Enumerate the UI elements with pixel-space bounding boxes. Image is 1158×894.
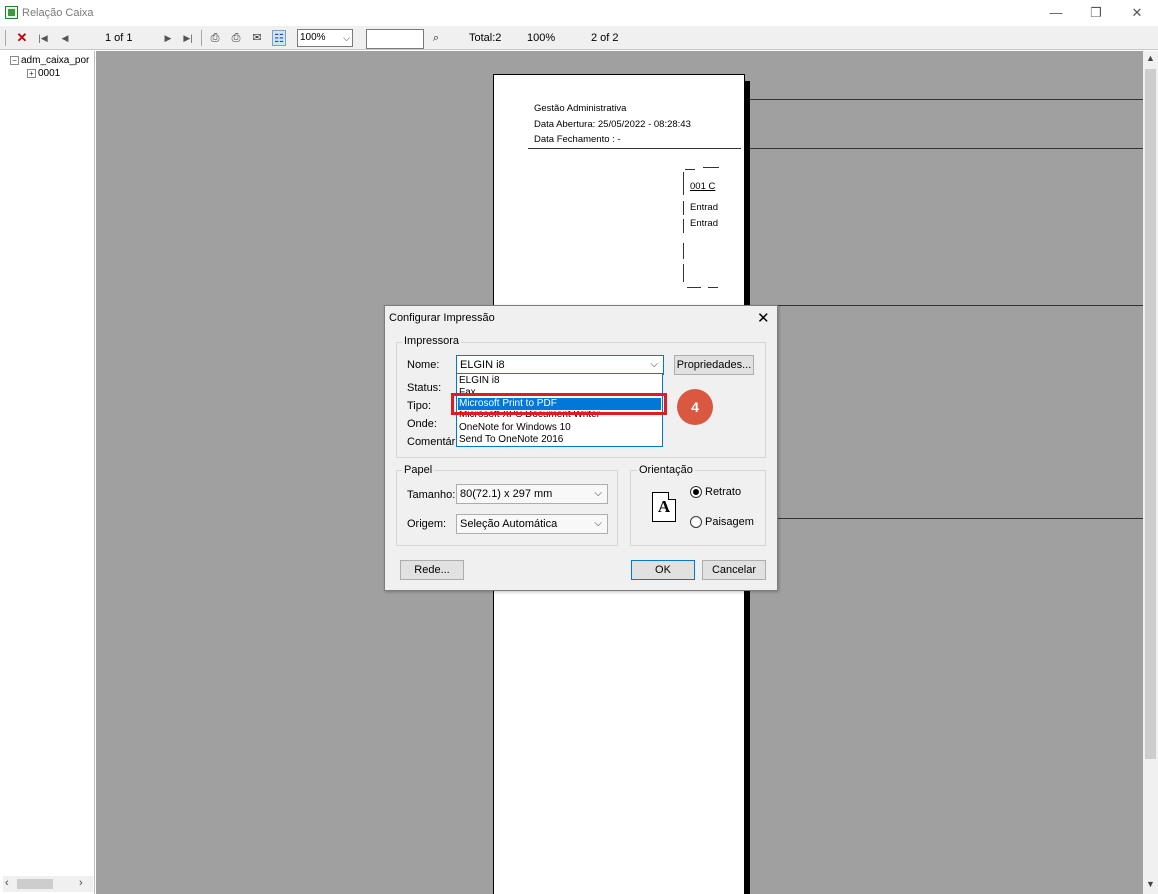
tree-root[interactable]: − adm_caixa_por (10, 55, 89, 66)
tree-child[interactable]: +0001 (27, 68, 60, 79)
printer-type-label: Tipo: (407, 400, 432, 412)
zoom-value: 100% (300, 32, 326, 43)
window-title: Relação Caixa (22, 7, 94, 19)
paper-size-label: Tamanho: (407, 489, 456, 501)
close-icon[interactable]: ✕ (757, 309, 770, 327)
total-records: Total:2 (469, 32, 502, 44)
printer-option[interactable]: OneNote for Windows 10 (458, 422, 661, 434)
chevron-down-icon: ⌵ (594, 488, 602, 499)
close-window-button[interactable]: ✕ (1117, 3, 1157, 23)
step-badge: 4 (677, 389, 713, 425)
divider-line (745, 99, 1143, 100)
zoom-select[interactable]: 100% ⌵ (297, 29, 353, 47)
highlight-annotation (451, 393, 667, 415)
portrait-label: Retrato (705, 486, 742, 498)
paper-size-select[interactable]: 80(72.1) x 297 mm ⌵ (456, 484, 608, 504)
box-line (683, 172, 684, 195)
report-header-line: Data Abertura: 25/05/2022 - 08:28:43 (534, 119, 691, 130)
orientation-group (630, 470, 766, 546)
printer-name-value: ELGIN i8 (460, 359, 505, 371)
scroll-down-icon[interactable]: ▼ (1146, 879, 1155, 889)
app-icon (5, 6, 18, 19)
paper-group (396, 470, 618, 546)
scroll-thumb[interactable] (17, 879, 53, 889)
cancel-button[interactable]: Cancelar (702, 560, 766, 580)
printer-group-label: Impressora (402, 335, 462, 347)
next-page-icon[interactable]: ▶ (161, 30, 175, 46)
minimize-button[interactable]: — (1036, 3, 1076, 23)
properties-button[interactable]: Propriedades... (674, 355, 754, 375)
toolbar-separator (201, 30, 202, 46)
report-fragment: Entrad (690, 202, 718, 213)
report-fragment: 001 C (690, 181, 716, 192)
toolbar-separator (5, 30, 6, 46)
previous-page-icon[interactable]: ◀ (58, 30, 72, 46)
printer-status-label: Status: (407, 382, 442, 394)
box-line (683, 219, 684, 233)
printer-name-label: Nome: (407, 359, 440, 371)
page-count: 2 of 2 (591, 32, 619, 44)
scroll-thumb[interactable] (1145, 69, 1156, 759)
group-tree-panel: − adm_caixa_por +0001 (0, 51, 95, 894)
chevron-down-icon: ⌵ (650, 359, 658, 370)
print-icon[interactable]: ⎙ (208, 30, 222, 46)
expand-icon[interactable]: + (27, 68, 36, 78)
box-line (683, 264, 684, 282)
box-line (703, 167, 719, 168)
report-fragment: Entrad (690, 218, 718, 229)
landscape-radio[interactable] (690, 516, 702, 528)
portrait-radio[interactable] (690, 486, 702, 498)
box-line (683, 201, 684, 215)
orientation-group-label: Orientação (637, 464, 695, 476)
last-page-icon[interactable]: ▶| (181, 30, 195, 46)
landscape-label: Paisagem (705, 516, 754, 528)
report-header-line: Gestão Administrativa (534, 103, 627, 114)
tree-child-label: 0001 (38, 68, 61, 79)
dialog-title: Configurar Impressão (389, 312, 495, 324)
zoom-percent: 100% (527, 32, 556, 44)
paper-source-label: Origem: (407, 518, 447, 530)
print-setup-icon[interactable]: ⎙ (229, 30, 243, 46)
chevron-down-icon: ⌵ (594, 518, 602, 529)
box-line (683, 243, 684, 259)
report-header-line: Data Fechamento : - (534, 134, 621, 145)
ok-button[interactable]: OK (631, 560, 695, 580)
printer-name-select[interactable]: ELGIN i8 ⌵ (456, 355, 664, 375)
paper-size-value: 80(72.1) x 297 mm (460, 488, 553, 500)
box-line (708, 287, 718, 288)
divider-line (745, 305, 1143, 306)
box-line (687, 287, 701, 288)
tree-root-label: adm_caixa_por (21, 55, 90, 66)
printer-option[interactable]: ELGIN i8 (458, 375, 661, 387)
group-tree-icon[interactable]: ☷ (272, 30, 286, 46)
divider-line (745, 148, 1143, 149)
page-indicator: 1 of 1 (105, 32, 133, 44)
divider-line (745, 518, 1143, 519)
scroll-right-icon[interactable]: › (79, 877, 83, 889)
paper-source-select[interactable]: Seleção Automática ⌵ (456, 514, 608, 534)
printer-option[interactable]: Send To OneNote 2016 (458, 434, 661, 446)
collapse-icon[interactable]: − (10, 55, 19, 65)
printer-where-label: Onde: (407, 418, 437, 430)
search-input[interactable] (366, 29, 424, 49)
scroll-left-icon[interactable]: ‹ (5, 877, 9, 889)
box-line (685, 169, 695, 170)
export-icon[interactable]: ✉ (250, 30, 264, 46)
close-report-icon[interactable]: ✕ (15, 30, 29, 46)
first-page-icon[interactable]: |◀ (36, 30, 50, 46)
title-bar: Relação Caixa — ❐ ✕ (0, 0, 1158, 26)
binoculars-icon[interactable]: ⌕ (429, 30, 443, 46)
chevron-down-icon: ⌵ (343, 33, 350, 43)
paper-group-label: Papel (402, 464, 435, 476)
report-toolbar: ✕ |◀ ◀ 1 of 1 ▶ ▶| ⎙ ⎙ ✉ ☷ 100% ⌵ ⌕ Tota… (0, 26, 1158, 50)
tree-horizontal-scrollbar[interactable]: ‹ › (3, 876, 93, 892)
paper-source-value: Seleção Automática (460, 518, 558, 530)
viewer-vertical-scrollbar[interactable]: ▲ ▼ (1143, 51, 1158, 894)
report-rule (528, 148, 741, 149)
network-button[interactable]: Rede... (400, 560, 464, 580)
restore-button[interactable]: ❐ (1076, 3, 1116, 23)
print-setup-dialog: Configurar Impressão ✕ Impressora Nome: … (384, 305, 778, 591)
portrait-orientation-icon: A (652, 492, 676, 522)
scroll-up-icon[interactable]: ▲ (1146, 53, 1155, 63)
